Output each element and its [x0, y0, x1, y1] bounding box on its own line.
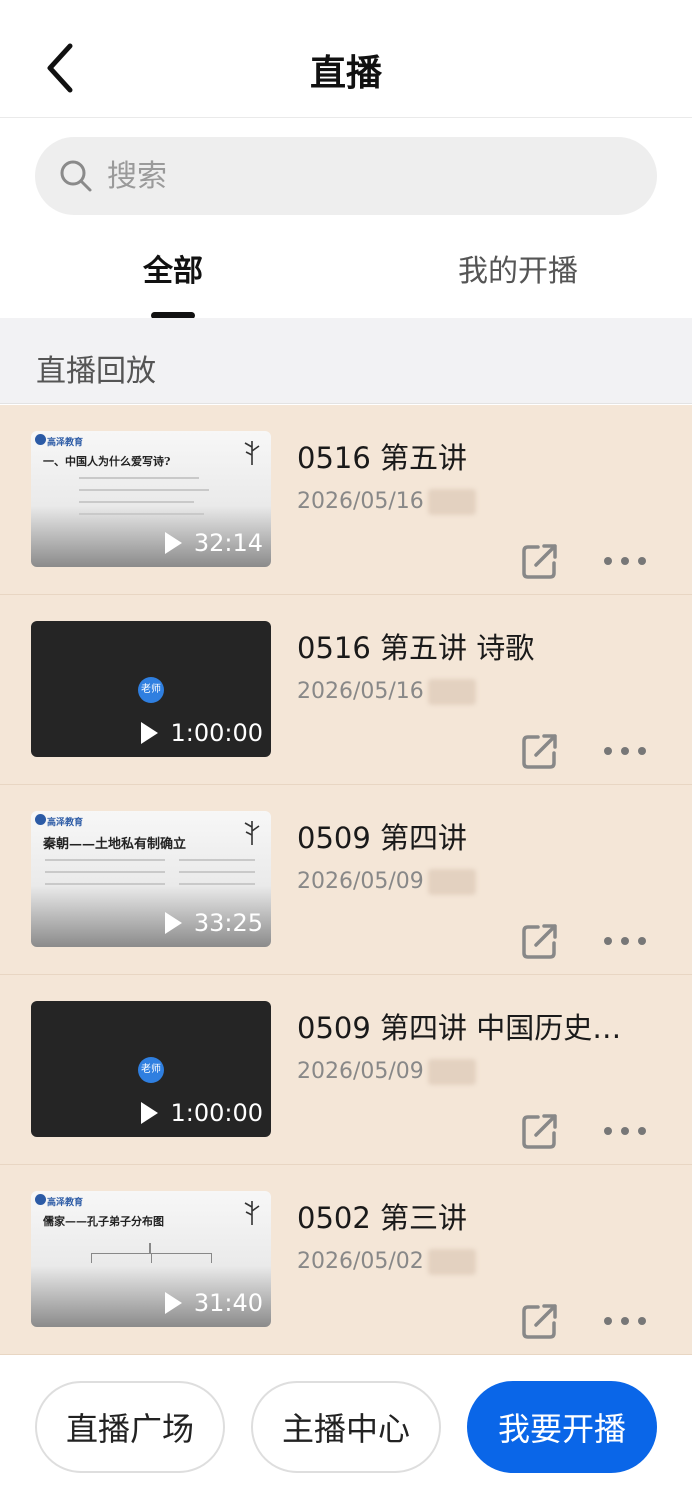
video-thumbnail[interactable]: 老师 1:00:00: [31, 1001, 271, 1137]
duration-text: 31:40: [193, 1289, 263, 1317]
teacher-avatar: 老师: [138, 1057, 164, 1083]
play-icon: [141, 1102, 159, 1124]
bottom-action-bar: 直播广场 主播中心 我要开播: [0, 1355, 692, 1500]
list-item[interactable]: 高泽教育 儒家——孔子弟子分布图 31:40 0502 第三讲 2026/05/…: [0, 1165, 692, 1355]
slide-text-line: [179, 883, 255, 885]
more-dots-icon[interactable]: [604, 1313, 646, 1329]
bamboo-decoration-icon: [244, 821, 260, 845]
share-icon: [522, 734, 557, 769]
slide-brand: 高泽教育: [47, 818, 84, 828]
list-item[interactable]: 老师 1:00:00 0516 第五讲 诗歌 2026/05/16: [0, 595, 692, 785]
section-header: 直播回放: [0, 318, 692, 404]
slide-text-line: [179, 859, 255, 861]
share-icon: [522, 1304, 557, 1339]
slide-tree-line: [91, 1253, 92, 1263]
video-duration: 31:40: [164, 1289, 263, 1317]
share-button[interactable]: [520, 1111, 560, 1151]
slide-brand: 高泽教育: [47, 1198, 84, 1208]
play-icon: [141, 722, 159, 744]
item-date: 2026/05/02: [297, 1249, 424, 1274]
teacher-avatar: 老师: [138, 677, 164, 703]
item-date: 2026/05/16: [297, 679, 424, 704]
slide-text-line: [79, 489, 209, 491]
blurred-info: [428, 1249, 476, 1275]
video-thumbnail[interactable]: 高泽教育 儒家——孔子弟子分布图 31:40: [31, 1191, 271, 1327]
replay-list[interactable]: 高泽教育 一、中国人为什么爱写诗? 32:14 0516 第五讲 2026/05…: [0, 405, 692, 1355]
blurred-info: [428, 1059, 476, 1085]
slide-text-line: [79, 477, 199, 479]
item-date: 2026/05/09: [297, 1059, 424, 1084]
video-duration: 32:14: [164, 529, 263, 557]
item-title: 0509 第四讲 中国历史…: [297, 1011, 622, 1045]
share-icon: [522, 1114, 557, 1149]
slide-tree-line: [211, 1253, 212, 1263]
streamer-center-button[interactable]: 主播中心: [251, 1381, 441, 1473]
share-button[interactable]: [520, 731, 560, 771]
share-icon: [522, 544, 557, 579]
slide-heading: 儒家——孔子弟子分布图: [43, 1215, 164, 1228]
search-bar[interactable]: [35, 137, 657, 215]
share-button[interactable]: [520, 921, 560, 961]
blurred-info: [428, 869, 476, 895]
slide-text-line: [79, 501, 194, 503]
slide-brand: 高泽教育: [47, 438, 84, 448]
share-button[interactable]: [520, 1301, 560, 1341]
slide-text-line: [45, 871, 165, 873]
share-button[interactable]: [520, 541, 560, 581]
item-title: 0516 第五讲 诗歌: [297, 631, 535, 665]
item-title: 0509 第四讲: [297, 821, 468, 855]
video-duration: 1:00:00: [141, 719, 263, 747]
tab-my-broadcasts[interactable]: 我的开播: [458, 246, 578, 290]
search-icon: [60, 160, 92, 192]
start-live-button[interactable]: 我要开播: [467, 1381, 657, 1473]
search-input[interactable]: [107, 137, 607, 215]
more-dots-icon[interactable]: [604, 1123, 646, 1139]
video-thumbnail[interactable]: 老师 1:00:00: [31, 621, 271, 757]
slide-text-line: [179, 871, 255, 873]
video-thumbnail[interactable]: 高泽教育 一、中国人为什么爱写诗? 32:14: [31, 431, 271, 567]
blurred-info: [428, 679, 476, 705]
more-dots-icon[interactable]: [604, 553, 646, 569]
video-duration: 33:25: [164, 909, 263, 937]
slide-tree-line: [149, 1243, 151, 1253]
blurred-info: [428, 489, 476, 515]
brand-logo-icon: [35, 814, 46, 825]
tab-bar: 全部 我的开播: [0, 232, 692, 319]
list-item[interactable]: 老师 1:00:00 0509 第四讲 中国历史… 2026/05/09: [0, 975, 692, 1165]
slide-tree-line: [151, 1253, 152, 1263]
slide-text-line: [45, 883, 165, 885]
more-dots-icon[interactable]: [604, 743, 646, 759]
top-bar: 直播: [0, 0, 692, 118]
duration-text: 32:14: [193, 529, 263, 557]
video-duration: 1:00:00: [141, 1099, 263, 1127]
slide-heading: 一、中国人为什么爱写诗?: [43, 455, 171, 468]
section-title: 直播回放: [36, 354, 156, 389]
item-date: 2026/05/16: [297, 489, 424, 514]
bamboo-decoration-icon: [244, 441, 260, 465]
slide-heading: 秦朝——土地私有制确立: [43, 837, 187, 852]
slide-text-line: [45, 859, 165, 861]
list-item[interactable]: 高泽教育 一、中国人为什么爱写诗? 32:14 0516 第五讲 2026/05…: [0, 405, 692, 595]
duration-text: 1:00:00: [170, 1099, 263, 1127]
item-title: 0516 第五讲: [297, 441, 468, 475]
item-date: 2026/05/09: [297, 869, 424, 894]
bamboo-decoration-icon: [244, 1201, 260, 1225]
share-icon: [522, 924, 557, 959]
tab-all[interactable]: 全部: [143, 246, 203, 290]
item-title: 0502 第三讲: [297, 1201, 468, 1235]
video-thumbnail[interactable]: 高泽教育 秦朝——土地私有制确立 33:25: [31, 811, 271, 947]
live-square-button[interactable]: 直播广场: [35, 1381, 225, 1473]
list-item[interactable]: 高泽教育 秦朝——土地私有制确立 33:25 0509 第四讲 2026/05/…: [0, 785, 692, 975]
play-icon: [164, 1292, 182, 1314]
duration-text: 33:25: [193, 909, 263, 937]
more-dots-icon[interactable]: [604, 933, 646, 949]
slide-text-line: [79, 513, 204, 515]
brand-logo-icon: [35, 434, 46, 445]
page-title: 直播: [309, 53, 382, 94]
duration-text: 1:00:00: [170, 719, 263, 747]
play-icon: [164, 532, 182, 554]
play-icon: [164, 912, 182, 934]
brand-logo-icon: [35, 1194, 46, 1205]
